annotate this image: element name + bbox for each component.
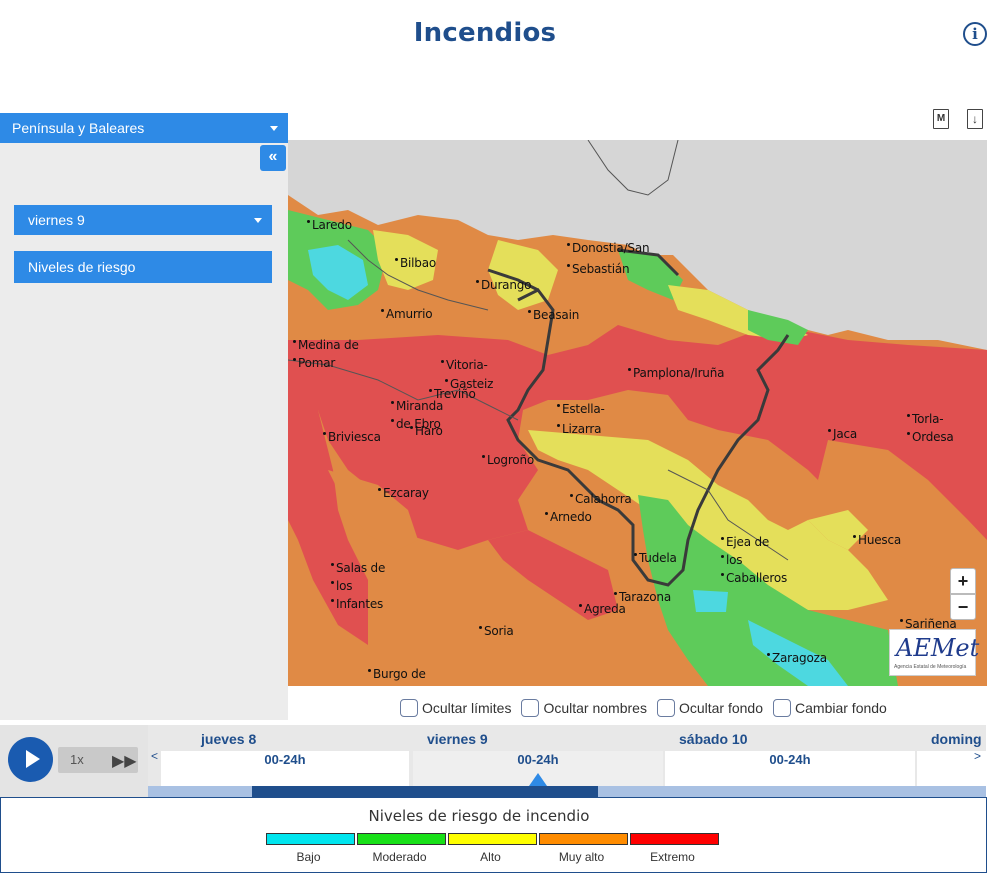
city-label: Zaragoza <box>767 651 827 665</box>
option-hide-names[interactable]: Ocultar nombres <box>521 697 647 719</box>
city-label: Ordesa <box>907 430 954 444</box>
checkbox[interactable] <box>773 699 792 717</box>
city-label: Vitoria- <box>441 358 488 372</box>
city-label: Lizarra <box>556 422 602 436</box>
legend-label: Alto <box>480 850 501 864</box>
map-options: Ocultar límites Ocultar nombres Ocultar … <box>400 697 897 719</box>
city-label: Laredo <box>307 218 352 232</box>
city-label: Donostia/San <box>566 241 650 255</box>
city-label: Infantes <box>330 597 384 611</box>
timeline-day-label: jueves 8 <box>201 731 257 747</box>
city-label: Ezcaray <box>378 486 429 500</box>
legend-swatch <box>448 833 537 845</box>
legend-label: Bajo <box>296 850 321 864</box>
city-label: Jaca <box>827 427 858 441</box>
city-label: los <box>330 579 353 593</box>
checkbox[interactable] <box>521 699 540 717</box>
timeline-slot[interactable]: 00-24h <box>665 751 915 786</box>
city-label: Haro <box>410 424 443 438</box>
city-label: Arnedo <box>545 510 592 524</box>
zoom-in-button[interactable]: + <box>950 568 976 594</box>
risk-map-layer <box>288 140 987 686</box>
animation-player: 1x ▶▶ <box>0 725 148 797</box>
timeline-day-label: viernes 9 <box>427 731 488 747</box>
legend-swatch <box>357 833 446 845</box>
city-label: Torla- <box>906 412 944 426</box>
logo-subtext: Agencia Estatal de Meteorología <box>894 664 967 670</box>
risk-levels-button[interactable]: Niveles de riesgo <box>14 251 272 283</box>
zoom-out-button[interactable]: − <box>950 594 976 620</box>
fast-forward-icon[interactable]: ▶▶ <box>112 751 137 771</box>
city-label: Pamplona/Iruña <box>627 366 725 380</box>
timeline-current-marker <box>529 773 547 786</box>
city-label: Medina de <box>293 338 359 352</box>
timeline-day[interactable]: jueves 8 00-24h <box>159 725 409 787</box>
checkbox[interactable] <box>400 699 418 717</box>
city-label: Agreda <box>579 602 626 616</box>
legend-swatch <box>630 833 719 845</box>
city-label: los <box>720 553 743 567</box>
city-label: Briviesca <box>323 430 381 444</box>
timeline: 7 jueves 8 00-24h viernes 9 00-24h sábad… <box>148 725 986 797</box>
speed-control[interactable]: 1x ▶▶ <box>58 747 138 773</box>
city-label: Tudela <box>634 551 677 565</box>
city-label: Soria <box>479 624 514 638</box>
option-hide-limits[interactable]: Ocultar límites <box>400 697 511 719</box>
risk-map[interactable]: Laredo Bilbao Durango Donostia/San Sebas… <box>288 140 987 686</box>
city-label: Amurrio <box>380 307 433 321</box>
page-title: Incendios <box>413 18 557 48</box>
map-mode-icon[interactable]: M <box>933 109 949 129</box>
timeline-day-label: doming <box>931 731 982 747</box>
city-label: Sebastián <box>566 262 630 276</box>
legend-swatch <box>266 833 355 845</box>
city-label: Pomar <box>292 356 336 370</box>
option-label: Ocultar nombres <box>543 700 647 716</box>
city-label: Estella- <box>557 402 605 416</box>
day-select[interactable]: viernes 9 <box>14 205 272 235</box>
option-label: Ocultar límites <box>422 700 512 716</box>
collapse-sidebar-button[interactable]: « <box>260 145 286 171</box>
download-icon[interactable]: ↓ <box>967 109 983 129</box>
checkbox[interactable] <box>656 699 675 717</box>
play-button[interactable] <box>8 737 53 782</box>
city-label: Miranda <box>390 399 444 413</box>
sidebar: Península y Baleares « viernes 9 Niveles… <box>0 113 288 720</box>
city-label: Caballeros <box>720 571 788 585</box>
timeline-day-label: sábado 10 <box>679 731 748 747</box>
timeline-slot[interactable]: 00-24h <box>161 751 409 786</box>
day-select-label: viernes 9 <box>28 212 85 228</box>
region-select-label: Península y Baleares <box>12 120 145 136</box>
timeline-scrollbar-thumb[interactable] <box>252 786 598 797</box>
timeline-day[interactable]: sábado 10 00-24h <box>663 725 915 787</box>
city-label: Durango <box>475 278 532 292</box>
region-select[interactable]: Península y Baleares <box>0 113 288 143</box>
aemet-logo: AEMet Agencia Estatal de Meteorología <box>889 629 980 676</box>
legend-swatch <box>539 833 628 845</box>
chevron-down-icon <box>254 218 262 223</box>
city-label: Tarazona <box>614 590 671 604</box>
city-label: Huesca <box>852 533 902 547</box>
option-label: Cambiar fondo <box>795 700 887 716</box>
legend-label: Moderado <box>372 850 427 864</box>
speed-label: 1x <box>70 752 84 767</box>
city-label: Beasain <box>527 308 580 322</box>
city-label: Ejea de <box>720 535 770 549</box>
timeline-prev-button[interactable]: < <box>151 749 158 763</box>
option-change-background[interactable]: Cambiar fondo <box>773 697 887 719</box>
legend: Niveles de riesgo de incendio Bajo Moder… <box>0 797 987 873</box>
chevron-down-icon <box>270 126 278 131</box>
legend-label: Muy alto <box>558 850 605 864</box>
info-icon[interactable]: i <box>963 22 987 46</box>
city-label: Burgo de <box>368 667 426 681</box>
option-label: Ocultar fondo <box>678 700 764 716</box>
timeline-next-button[interactable]: > <box>974 749 981 763</box>
logo-text: AEMet <box>896 634 980 662</box>
city-label: Bilbao <box>394 256 437 270</box>
option-hide-background[interactable]: Ocultar fondo <box>656 697 764 719</box>
city-label: Salas de <box>330 561 386 575</box>
city-label: Calahorra <box>570 492 632 506</box>
city-label: Logroño <box>482 453 534 467</box>
legend-label: Extremo <box>650 850 695 864</box>
legend-title: Niveles de riesgo de incendio <box>368 807 590 825</box>
